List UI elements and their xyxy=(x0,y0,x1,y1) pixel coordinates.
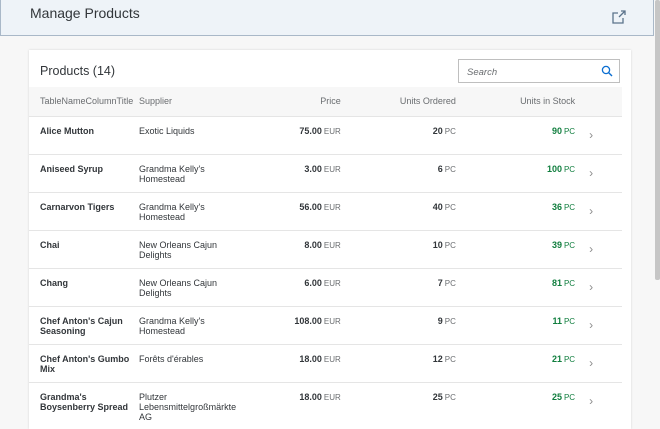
price-value: 8.00 xyxy=(304,239,322,250)
table-header-row: TableNameColumnTitle Supplier Price Unit… xyxy=(29,87,622,117)
units-ordered-value: 20 xyxy=(432,125,443,136)
units-ordered-unit: PC xyxy=(444,278,456,288)
price-value: 56.00 xyxy=(299,201,322,212)
product-name: Chef Anton's Cajun Seasoning xyxy=(40,315,123,336)
price-currency: EUR xyxy=(323,164,341,174)
chevron-right-icon[interactable]: › xyxy=(575,269,622,294)
price-currency: EUR xyxy=(323,278,341,288)
search-field[interactable] xyxy=(458,59,620,83)
price-value: 75.00 xyxy=(299,125,322,136)
search-icon[interactable] xyxy=(601,65,613,77)
chevron-right-icon[interactable]: › xyxy=(575,345,622,370)
price-value: 18.00 xyxy=(299,353,322,364)
product-name: Aniseed Syrup xyxy=(40,163,104,174)
product-name: Alice Mutton xyxy=(40,125,94,136)
supplier-name: New Orleans Cajun Delights xyxy=(139,277,218,298)
products-table-panel: Products (14) TableNameColumnTitle Suppl… xyxy=(29,50,631,429)
units-ordered-unit: PC xyxy=(444,354,456,364)
price-currency: EUR xyxy=(323,202,341,212)
price-currency: EUR xyxy=(323,316,341,326)
units-ordered-value: 12 xyxy=(432,353,443,364)
units-ordered-unit: PC xyxy=(444,240,456,250)
product-name: Chang xyxy=(40,277,68,288)
product-name: Grandma's Boysenberry Spread xyxy=(40,391,129,412)
units-in-stock-unit: PC xyxy=(563,164,576,174)
price-currency: EUR xyxy=(323,392,341,402)
column-header-nav xyxy=(575,87,622,117)
units-in-stock-value: 81 xyxy=(551,277,562,288)
units-ordered-unit: PC xyxy=(444,392,456,402)
price-currency: EUR xyxy=(323,126,341,136)
units-ordered-unit: PC xyxy=(444,316,456,326)
share-icon[interactable] xyxy=(612,10,626,24)
supplier-name: Plutzer Lebensmittelgroßmärkte AG xyxy=(139,391,237,422)
units-in-stock-unit: PC xyxy=(563,240,576,250)
page-header: Manage Products xyxy=(0,0,654,36)
chevron-right-icon[interactable]: › xyxy=(575,117,622,142)
table-title: Products (14) xyxy=(40,64,116,78)
units-in-stock-value: 25 xyxy=(551,391,562,402)
supplier-name: Forêts d'érables xyxy=(139,353,204,364)
units-ordered-value: 7 xyxy=(437,277,443,288)
units-ordered-unit: PC xyxy=(444,126,456,136)
column-header-units-ordered[interactable]: Units Ordered xyxy=(340,87,456,117)
units-in-stock-value: 90 xyxy=(551,125,562,136)
chevron-right-icon[interactable]: › xyxy=(575,383,622,408)
units-in-stock-unit: PC xyxy=(563,126,576,136)
price-value: 6.00 xyxy=(304,277,322,288)
units-in-stock-value: 36 xyxy=(551,201,562,212)
products-table: TableNameColumnTitle Supplier Price Unit… xyxy=(29,87,622,429)
units-in-stock-value: 100 xyxy=(546,163,562,174)
page-title: Manage Products xyxy=(30,5,140,21)
scrollbar[interactable] xyxy=(655,0,660,280)
table-row[interactable]: Alice Mutton Exotic Liquids 75.00 EUR 20 P… xyxy=(29,116,622,155)
chevron-right-icon[interactable]: › xyxy=(575,193,622,218)
units-in-stock-value: 21 xyxy=(551,353,562,364)
table-row[interactable]: Chef Anton's Cajun Seasoning Grandma Kel… xyxy=(29,306,622,345)
table-row[interactable]: Chai New Orleans Cajun Delights 8.00 EUR … xyxy=(29,230,622,269)
units-in-stock-unit: PC xyxy=(563,354,576,364)
price-value: 18.00 xyxy=(299,391,322,402)
units-in-stock-unit: PC xyxy=(563,202,576,212)
search-input[interactable] xyxy=(465,63,599,81)
units-ordered-value: 10 xyxy=(432,239,443,250)
table-row[interactable]: Chang New Orleans Cajun Delights 6.00 EUR… xyxy=(29,268,622,307)
supplier-name: New Orleans Cajun Delights xyxy=(139,239,218,260)
price-value: 108.00 xyxy=(294,315,322,326)
chevron-right-icon[interactable]: › xyxy=(575,231,622,256)
units-ordered-value: 9 xyxy=(437,315,443,326)
table-row[interactable]: Grandma's Boysenberry Spread Plutzer Leb… xyxy=(29,382,622,429)
supplier-name: Grandma Kelly's Homestead xyxy=(139,163,205,184)
units-ordered-unit: PC xyxy=(444,202,456,212)
units-in-stock-value: 11 xyxy=(552,315,562,326)
units-ordered-value: 25 xyxy=(432,391,443,402)
column-header-name[interactable]: TableNameColumnTitle xyxy=(29,87,140,117)
units-in-stock-unit: PC xyxy=(563,278,576,288)
units-ordered-unit: PC xyxy=(444,164,456,174)
units-in-stock-unit: PC xyxy=(563,392,576,402)
supplier-name: Grandma Kelly's Homestead xyxy=(139,315,205,336)
column-header-supplier[interactable]: Supplier xyxy=(139,87,272,117)
column-header-units-in-stock[interactable]: Units in Stock xyxy=(455,87,576,117)
units-ordered-value: 6 xyxy=(437,163,443,174)
table-row[interactable]: Chef Anton's Gumbo Mix Forêts d'érables … xyxy=(29,344,622,383)
table-row[interactable]: Carnarvon Tigers Grandma Kelly's Homeste… xyxy=(29,192,622,231)
product-name: Chai xyxy=(40,239,60,250)
chevron-right-icon[interactable]: › xyxy=(575,155,622,180)
product-name: Chef Anton's Gumbo Mix xyxy=(40,353,130,374)
price-currency: EUR xyxy=(323,240,341,250)
units-in-stock-value: 39 xyxy=(551,239,562,250)
product-name: Carnarvon Tigers xyxy=(40,201,115,212)
table-toolbar: Products (14) xyxy=(29,50,631,87)
units-in-stock-unit: PC xyxy=(563,316,576,326)
supplier-name: Grandma Kelly's Homestead xyxy=(139,201,205,222)
column-header-price[interactable]: Price xyxy=(271,87,341,117)
chevron-right-icon[interactable]: › xyxy=(575,307,622,332)
table-row[interactable]: Aniseed Syrup Grandma Kelly's Homestead … xyxy=(29,154,622,193)
price-currency: EUR xyxy=(323,354,341,364)
units-ordered-value: 40 xyxy=(432,201,443,212)
supplier-name: Exotic Liquids xyxy=(139,125,195,136)
price-value: 3.00 xyxy=(304,163,322,174)
